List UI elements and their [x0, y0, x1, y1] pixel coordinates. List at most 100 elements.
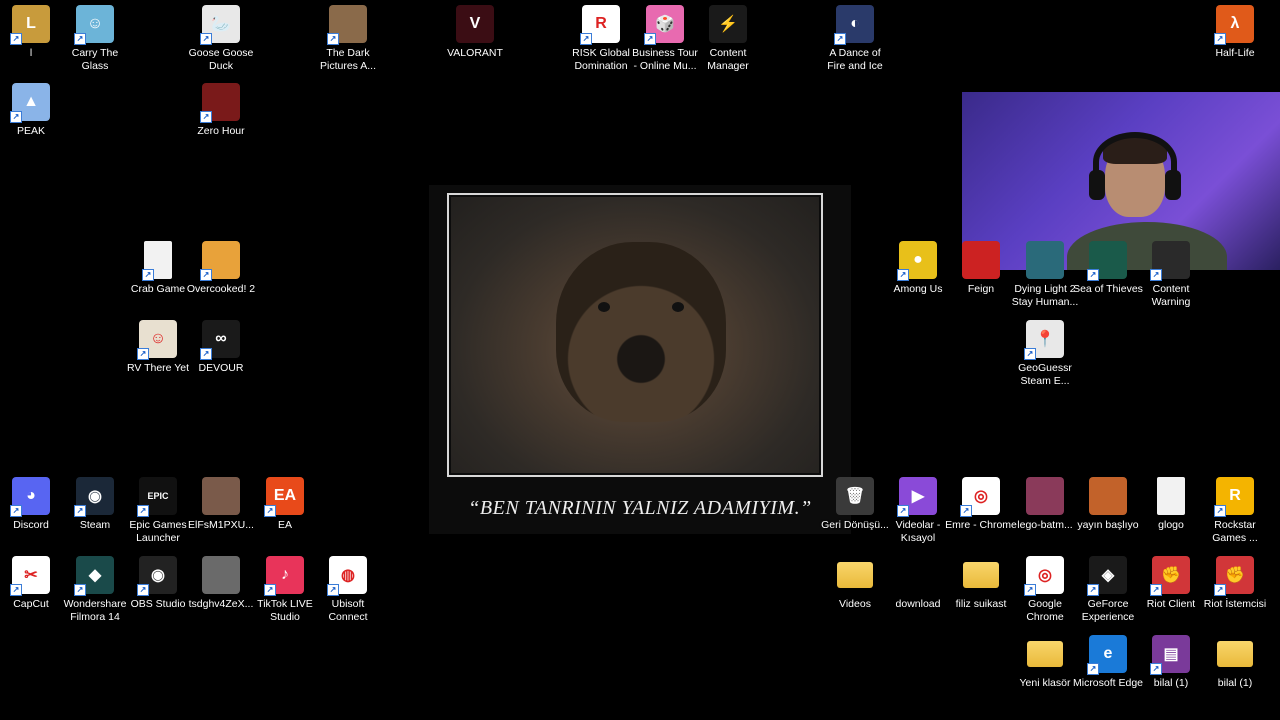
obs-icon: ◉ ↗: [137, 556, 177, 596]
desktop-icon-valorant[interactable]: V VALORANT: [440, 5, 510, 60]
videos-icon: [837, 562, 873, 588]
business-glyph: 🎲: [655, 16, 675, 33]
desktop-icon-label: Sea of Thieves: [1073, 283, 1143, 295]
desktop-icon-yeniklasor[interactable]: Yeni klasör: [1010, 635, 1080, 690]
desktop-icon-glogo[interactable]: glogo: [1136, 477, 1206, 532]
crab-icon: ↗: [142, 241, 172, 281]
desktop-icon-riotclient[interactable]: ✊ ↗ Riot Client: [1136, 556, 1206, 611]
desktop-icon-videolar[interactable]: ▶ ↗ Videolar - Kısayol: [883, 477, 953, 545]
desktop-icon-label: Yeni klasör: [1019, 677, 1071, 689]
yayin-icon: [1089, 477, 1127, 515]
desktop-icon-label: Business Tour - Online Mu...: [632, 47, 698, 72]
desktop-icon-amongus[interactable]: ● ↗ Among Us: [883, 241, 953, 296]
dog-eye: [598, 302, 610, 312]
desktop-icon-epic[interactable]: EPIC ↗ Epic Games Launcher: [123, 477, 193, 545]
riotclient-icon: ✊ ↗: [1150, 556, 1190, 596]
glogo-icon: [1157, 477, 1185, 515]
desktop-icon-riotistemci[interactable]: ✊ ↗ Riot İstemcisi: [1200, 556, 1270, 611]
desktop-icon-geoguessr[interactable]: 📍 ↗ GeoGuessr Steam E...: [1010, 320, 1080, 388]
shortcut-arrow-icon: ↗: [10, 584, 22, 596]
desktop-icon-rvthere[interactable]: ☺ ↗ RV There Yet: [123, 320, 193, 375]
goose-icon: 🦢 ↗: [200, 5, 240, 45]
desktop-icon-goose[interactable]: 🦢 ↗ Goose Goose Duck: [186, 5, 256, 73]
league-glyph: L: [26, 15, 36, 32]
bilalfolder-icon: [1217, 641, 1253, 667]
desktop-icon-obs[interactable]: ◉ ↗ OBS Studio: [123, 556, 193, 611]
desktop-icon-contentwarning[interactable]: ↗ Content Warning: [1136, 241, 1206, 309]
desktop-icon-label: TikTok LIVE Studio: [257, 598, 313, 623]
rockstar-icon: R ↗: [1214, 477, 1254, 517]
desktop-icon-ubisoft[interactable]: ◍ ↗ Ubisoft Connect: [313, 556, 383, 624]
desktop-icon-emrechrome[interactable]: ◎ ↗ Emre - Chrome: [945, 477, 1017, 532]
desktop-icon-label: Steam: [79, 519, 111, 531]
desktop-icon-zerohour[interactable]: ↗ Zero Hour: [186, 83, 256, 138]
desktop-icon-download[interactable]: download: [883, 556, 953, 611]
desktop-icon-seaofthieves[interactable]: ↗ Sea of Thieves: [1073, 241, 1143, 296]
desktop-icon-gchrome[interactable]: ◎ ↗ Google Chrome: [1010, 556, 1080, 624]
desktop-icon-label: Riot İstemcisi: [1203, 598, 1267, 610]
desktop-icon-dance[interactable]: ◐ ↗ A Dance of Fire and Ice: [820, 5, 890, 73]
filmora-glyph: ◆: [88, 567, 102, 584]
desktop-icon-bilalfolder[interactable]: bilal (1): [1200, 635, 1270, 690]
desktop-icon-contentmgr[interactable]: ⚡ Content Manager: [693, 5, 763, 73]
goose-glyph: 🦢: [211, 16, 231, 33]
desktop-icon-carry[interactable]: ☺ ↗ Carry The Glass: [60, 5, 130, 73]
desktop-icon-discord[interactable]: ◕ ↗ Discord: [0, 477, 66, 532]
desktop-icon-risk[interactable]: R ↗ RISK Global Domination: [566, 5, 636, 73]
desktop-icon-capcut[interactable]: ✂ ↗ CapCut: [0, 556, 66, 611]
desktop-icon-recycle[interactable]: 🗑 Geri Dönüşü...: [820, 477, 890, 532]
desktop-icon-label: Content Manager: [707, 47, 749, 72]
desktop-icon-label: Feign: [967, 283, 995, 295]
desktop-icon-label: The Dark Pictures A...: [319, 47, 377, 72]
carry-glyph: ☺: [86, 15, 104, 32]
desktop-icon-label: Crab Game: [130, 283, 186, 295]
desktop-icon-videos[interactable]: Videos: [820, 556, 890, 611]
desktop-icon-business[interactable]: 🎲 ↗ Business Tour - Online Mu...: [630, 5, 700, 73]
recycle-glyph: 🗑: [844, 488, 866, 505]
desktop-icon-label: Wondershare Filmora 14: [63, 598, 127, 623]
epic-glyph: EPIC: [147, 491, 169, 501]
desktop-icon-label: Half-Life: [1215, 47, 1255, 59]
overcooked-icon: ↗: [200, 241, 240, 281]
desktop-icon-steam[interactable]: ◉ ↗ Steam: [60, 477, 130, 532]
desktop-icon-peak[interactable]: ▲ ↗ PEAK: [0, 83, 66, 138]
shortcut-arrow-icon: ↗: [1214, 33, 1226, 45]
desktop-icon-tiktok[interactable]: ♪ ↗ TikTok LIVE Studio: [250, 556, 320, 624]
desktop-icon-devour[interactable]: ∞ ↗ DEVOUR: [186, 320, 256, 375]
darkpictures-icon: ↗: [327, 5, 367, 45]
desktop-icon-darkpictures[interactable]: ↗ The Dark Pictures A...: [313, 5, 383, 73]
desktop-icon-rockstar[interactable]: R ↗ Rockstar Games ...: [1200, 477, 1270, 545]
shortcut-arrow-icon: ↗: [644, 33, 656, 45]
rvthere-icon: ☺ ↗: [137, 320, 177, 360]
capcut-icon: ✂ ↗: [10, 556, 50, 596]
desktop-icon-crab[interactable]: ↗ Crab Game: [123, 241, 193, 296]
desktop-icon-label: OBS Studio: [130, 598, 186, 610]
desktop-icon-yayin[interactable]: yayın başlıyo: [1073, 477, 1143, 532]
shortcut-arrow-icon: ↗: [10, 111, 22, 123]
poster-caption: “BEN TANRININ YALNIZ ADAMIYIM.”: [468, 497, 812, 519]
desktop-icon-tsdg[interactable]: tsdghv4ZeX...: [186, 556, 256, 611]
desktop-icon-filiz[interactable]: filiz suikast: [946, 556, 1016, 611]
shortcut-arrow-icon: ↗: [1024, 584, 1036, 596]
shortcut-arrow-icon: ↗: [897, 505, 909, 517]
desktop-icon-dyinglight[interactable]: Dying Light 2 Stay Human...: [1010, 241, 1080, 309]
elfs-icon: [202, 477, 240, 515]
desktop-icon-league[interactable]: L ↗ l: [0, 5, 66, 60]
risk-glyph: R: [595, 15, 607, 32]
shortcut-arrow-icon: ↗: [1214, 505, 1226, 517]
desktop-icon-bilalrar[interactable]: ▤ ↗ bilal (1): [1136, 635, 1206, 690]
desktop-icon-feign[interactable]: Feign: [946, 241, 1016, 296]
desktop-icon-ea[interactable]: EA ↗ EA: [250, 477, 320, 532]
desktop-icon-overcooked[interactable]: ↗ Overcooked! 2: [186, 241, 256, 296]
desktop-icon-filmora[interactable]: ◆ ↗ Wondershare Filmora 14: [60, 556, 130, 624]
desktop-icon-label: RISK Global Domination: [572, 47, 630, 72]
desktop-icon-lego[interactable]: lego-batm...: [1010, 477, 1080, 532]
tsdg-icon: [202, 556, 240, 594]
desktop-icon-geforce[interactable]: ◈ ↗ GeForce Experience: [1073, 556, 1143, 624]
desktop-icon-elfs[interactable]: ElFsM1PXU...: [186, 477, 256, 532]
desktop-icon-edge[interactable]: e ↗ Microsoft Edge: [1073, 635, 1143, 690]
dog-eye: [672, 302, 684, 312]
desktop-icon-label: ElFsM1PXU...: [188, 519, 254, 531]
shortcut-arrow-icon: ↗: [327, 584, 339, 596]
desktop-icon-halflife[interactable]: λ ↗ Half-Life: [1200, 5, 1270, 60]
